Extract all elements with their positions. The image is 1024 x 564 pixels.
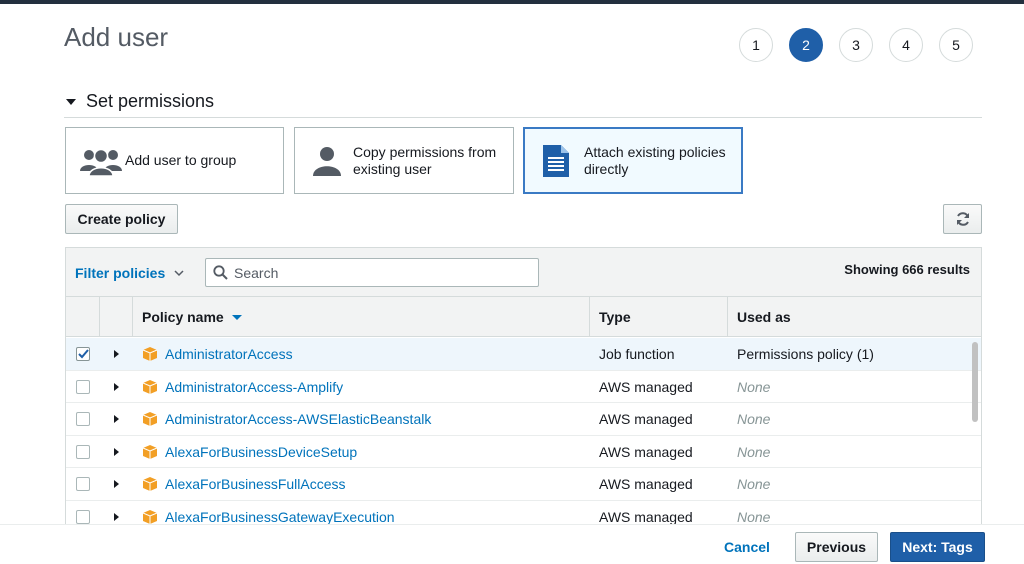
row-checkbox[interactable] [76, 412, 90, 426]
expand-caret-icon[interactable] [114, 480, 119, 488]
option-add-user-to-group[interactable]: Add user to group [65, 127, 284, 194]
policy-name-link[interactable]: AlexaForBusinessFullAccess [165, 476, 346, 492]
policy-type: AWS managed [599, 378, 693, 395]
refresh-icon [955, 211, 971, 227]
section-title: Set permissions [86, 91, 215, 111]
next-tags-button[interactable]: Next: Tags [890, 532, 985, 562]
policy-icon [142, 476, 158, 492]
row-checkbox[interactable] [76, 379, 90, 394]
expand-caret-icon[interactable] [114, 512, 119, 521]
search-input[interactable] [232, 263, 522, 282]
policy-used-as: None [737, 508, 771, 525]
filter-policies-dropdown[interactable]: Filter policies [75, 265, 184, 281]
policy-used-as: None [737, 476, 771, 492]
filter-bar: Filter policies Showing 666 results [66, 248, 981, 297]
option-copy-permissions[interactable]: Copy permissions from existing user [294, 127, 514, 194]
page-title: Add user [64, 22, 169, 52]
policy-icon [142, 379, 158, 395]
table-scrollbar[interactable] [970, 338, 981, 536]
column-divider [132, 297, 133, 337]
policy-icon [142, 346, 158, 362]
policy-type: AWS managed [599, 443, 693, 460]
policy-used-as: Permissions policy (1) [737, 346, 874, 362]
column-divider [727, 297, 728, 337]
column-label: Policy name [142, 309, 224, 325]
wizard-steps: 1 2 3 4 5 [739, 28, 973, 62]
create-policy-button[interactable]: Create policy [65, 204, 178, 234]
policy-type: Job function [599, 346, 675, 362]
column-header-policy-name[interactable]: Policy name [142, 297, 242, 337]
refresh-button[interactable] [943, 204, 982, 234]
column-divider [99, 297, 100, 337]
column-header-type[interactable]: Type [599, 297, 631, 337]
row-checkbox[interactable] [76, 477, 90, 491]
column-header-used-as[interactable]: Used as [737, 297, 791, 337]
expand-caret-icon[interactable] [114, 382, 119, 391]
step-4[interactable]: 4 [889, 28, 923, 62]
policy-used-as: None [737, 411, 771, 427]
step-3[interactable]: 3 [839, 28, 873, 62]
expand-caret-icon[interactable] [114, 415, 119, 423]
policy-icon [142, 411, 158, 427]
table-row[interactable]: AdministratorAccess-Amplify AWS managed … [66, 371, 981, 403]
table-row[interactable]: AlexaForBusinessDeviceSetup AWS managed … [66, 436, 981, 468]
row-checkbox[interactable] [76, 509, 90, 524]
search-icon [213, 265, 228, 280]
caret-down-icon [66, 98, 76, 105]
policies-table: Filter policies Showing 666 results Poli… [65, 247, 982, 537]
table-row[interactable]: AlexaForBusinessFullAccess AWS managed N… [66, 468, 981, 501]
column-divider [589, 297, 590, 337]
table-body: AdministratorAccess Job function Permiss… [66, 338, 981, 533]
policy-icon [142, 444, 158, 460]
section-header[interactable]: Set permissions [66, 91, 214, 112]
policy-type: AWS managed [599, 411, 693, 427]
sort-descending-icon [231, 314, 242, 320]
console-top-bar [0, 0, 1024, 4]
row-checkbox[interactable] [76, 347, 90, 361]
option-label: Add user to group [125, 152, 237, 168]
policy-name-link[interactable]: AlexaForBusinessDeviceSetup [165, 444, 357, 460]
users-group-icon [79, 146, 123, 176]
step-2[interactable]: 2 [789, 28, 823, 62]
step-1[interactable]: 1 [739, 28, 773, 62]
search-field[interactable] [205, 258, 539, 287]
previous-button[interactable]: Previous [795, 532, 878, 562]
document-icon [542, 144, 570, 177]
option-label: Copy permissions from existing user [353, 143, 497, 177]
expand-caret-icon[interactable] [114, 350, 119, 358]
filter-label: Filter policies [75, 265, 166, 281]
cancel-button[interactable]: Cancel [724, 539, 770, 555]
results-count: Showing 666 results [844, 262, 970, 277]
policy-type: AWS managed [599, 508, 693, 525]
policy-type: AWS managed [599, 476, 693, 492]
scrollbar-thumb[interactable] [972, 342, 978, 422]
policy-icon [142, 509, 158, 525]
policy-name-link[interactable]: AdministratorAccess [165, 346, 293, 362]
policy-name-link[interactable]: AdministratorAccess-Amplify [165, 379, 343, 395]
expand-caret-icon[interactable] [114, 447, 119, 456]
user-icon [312, 146, 342, 176]
policy-used-as: None [737, 378, 771, 395]
policy-name-link[interactable]: AdministratorAccess-AWSElasticBeanstalk [165, 411, 431, 427]
table-row[interactable]: AdministratorAccess Job function Permiss… [66, 338, 981, 371]
step-5[interactable]: 5 [939, 28, 973, 62]
section-divider [64, 117, 982, 118]
option-label: Attach existing policies directly [584, 143, 726, 177]
table-header: Policy name Type Used as [66, 297, 981, 337]
table-row[interactable]: AdministratorAccess-AWSElasticBeanstalk … [66, 403, 981, 436]
chevron-down-icon [174, 269, 184, 277]
policy-used-as: None [737, 443, 771, 460]
option-attach-policies[interactable]: Attach existing policies directly [523, 127, 743, 194]
policy-name-link[interactable]: AlexaForBusinessGatewayExecution [165, 509, 395, 525]
row-checkbox[interactable] [76, 444, 90, 459]
